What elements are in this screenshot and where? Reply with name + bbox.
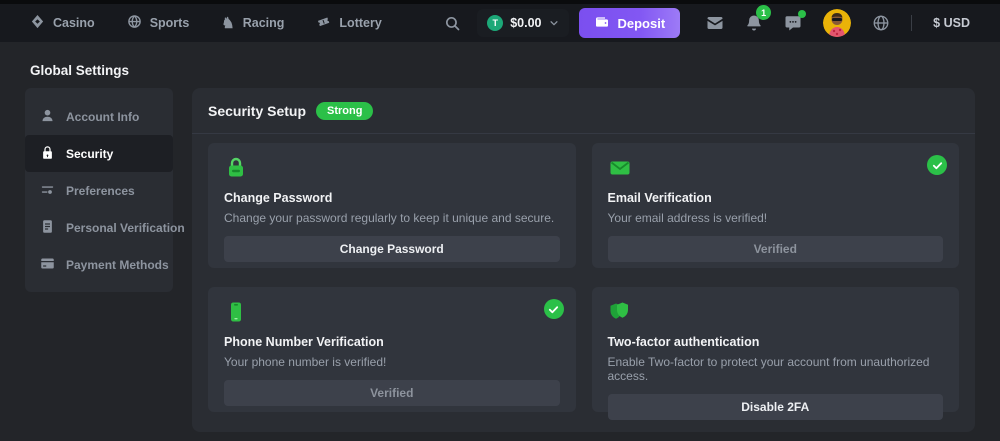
- nav-item-racing[interactable]: ♞ Racing: [221, 16, 284, 31]
- deposit-button[interactable]: Deposit: [579, 8, 681, 38]
- nav-item-label: Lottery: [339, 16, 381, 30]
- phone-icon: [224, 300, 560, 324]
- user-icon: [40, 108, 55, 126]
- card-title: Phone Number Verification: [224, 335, 560, 349]
- racing-icon: ♞: [221, 16, 234, 31]
- email-verification-card: Email Verification Your email address is…: [592, 143, 960, 268]
- sidebar-item-label: Payment Methods: [66, 258, 169, 272]
- envelope-icon: [608, 156, 944, 180]
- strength-badge: Strong: [316, 102, 373, 120]
- app-window: Casino Sports ♞ Racing Lottery: [0, 0, 1000, 441]
- notification-count-badge: 1: [756, 5, 771, 20]
- sidebar-item-account-info[interactable]: Account Info: [25, 98, 173, 135]
- verified-check-icon: [544, 299, 564, 319]
- security-settings-panel: Security Setup Strong Change Password Ch…: [192, 88, 975, 432]
- nav-item-casino[interactable]: Casino: [30, 14, 95, 32]
- wallet-icon: [594, 14, 610, 33]
- coin-icon: T: [487, 15, 503, 31]
- sidebar-item-label: Security: [66, 147, 113, 161]
- search-icon[interactable]: [444, 15, 461, 32]
- chevron-down-icon: [549, 18, 559, 28]
- sidebar-item-payment-methods[interactable]: Payment Methods: [25, 246, 173, 283]
- card-description: Change your password regularly to keep i…: [224, 211, 560, 225]
- two-factor-card: Two-factor authentication Enable Two-fac…: [592, 287, 960, 412]
- panel-title: Security Setup: [208, 103, 306, 119]
- nav-item-label: Casino: [53, 16, 95, 30]
- sidebar-item-security[interactable]: Security: [25, 135, 173, 172]
- casino-icon: [30, 14, 45, 32]
- language-globe-icon[interactable]: [872, 14, 890, 32]
- card-description: Enable Two-factor to protect your accoun…: [608, 355, 944, 383]
- sidebar-item-label: Personal Verification: [66, 221, 185, 235]
- navbar-right: T $0.00 Deposit 1: [444, 8, 970, 38]
- navbar-icon-cluster: 1: [706, 9, 970, 37]
- verified-check-icon: [927, 155, 947, 175]
- settings-sidebar: Account Info Security Preferences Person…: [25, 88, 173, 292]
- sports-icon: [127, 14, 142, 32]
- change-password-card: Change Password Change your password reg…: [208, 143, 576, 268]
- notifications-bell-icon[interactable]: 1: [745, 14, 763, 32]
- panel-header: Security Setup Strong: [192, 88, 975, 133]
- nav-item-lottery[interactable]: Lottery: [316, 14, 381, 32]
- sliders-icon: [40, 182, 55, 200]
- currency-label: $ USD: [933, 16, 970, 30]
- phone-verified-button[interactable]: Verified: [224, 380, 560, 406]
- chat-online-dot: [798, 10, 806, 18]
- padlock-icon: [224, 156, 560, 180]
- lottery-icon: [316, 14, 331, 32]
- currency-selector[interactable]: $ USD: [933, 16, 970, 30]
- credit-card-icon: [40, 256, 55, 274]
- sidebar-item-label: Preferences: [66, 184, 135, 198]
- nav-item-label: Sports: [150, 16, 190, 30]
- balance-selector[interactable]: T $0.00: [477, 9, 568, 37]
- chat-icon[interactable]: [784, 14, 802, 32]
- twofa-shield-icon: [608, 300, 944, 324]
- navbar-separator: [911, 15, 912, 31]
- mail-icon[interactable]: [706, 14, 724, 32]
- card-title: Two-factor authentication: [608, 335, 944, 349]
- deposit-label: Deposit: [618, 16, 666, 31]
- page-title: Global Settings: [30, 63, 129, 78]
- card-description: Your email address is verified!: [608, 211, 944, 225]
- top-navbar: Casino Sports ♞ Racing Lottery: [0, 4, 1000, 42]
- document-icon: [40, 219, 55, 237]
- phone-verification-card: Phone Number Verification Your phone num…: [208, 287, 576, 412]
- card-title: Email Verification: [608, 191, 944, 205]
- disable-2fa-button[interactable]: Disable 2FA: [608, 394, 944, 420]
- nav-item-sports[interactable]: Sports: [127, 14, 190, 32]
- nav-item-label: Racing: [243, 16, 285, 30]
- sidebar-item-personal-verification[interactable]: Personal Verification: [25, 209, 173, 246]
- email-verified-button[interactable]: Verified: [608, 236, 944, 262]
- security-cards-grid: Change Password Change your password reg…: [192, 134, 975, 428]
- sidebar-item-preferences[interactable]: Preferences: [25, 172, 173, 209]
- card-description: Your phone number is verified!: [224, 355, 560, 369]
- balance-amount: $0.00: [510, 16, 541, 30]
- user-avatar[interactable]: [823, 9, 851, 37]
- sidebar-item-label: Account Info: [66, 110, 139, 124]
- card-title: Change Password: [224, 191, 560, 205]
- primary-nav: Casino Sports ♞ Racing Lottery: [30, 14, 382, 32]
- change-password-button[interactable]: Change Password: [224, 236, 560, 262]
- lock-icon: [40, 145, 55, 163]
